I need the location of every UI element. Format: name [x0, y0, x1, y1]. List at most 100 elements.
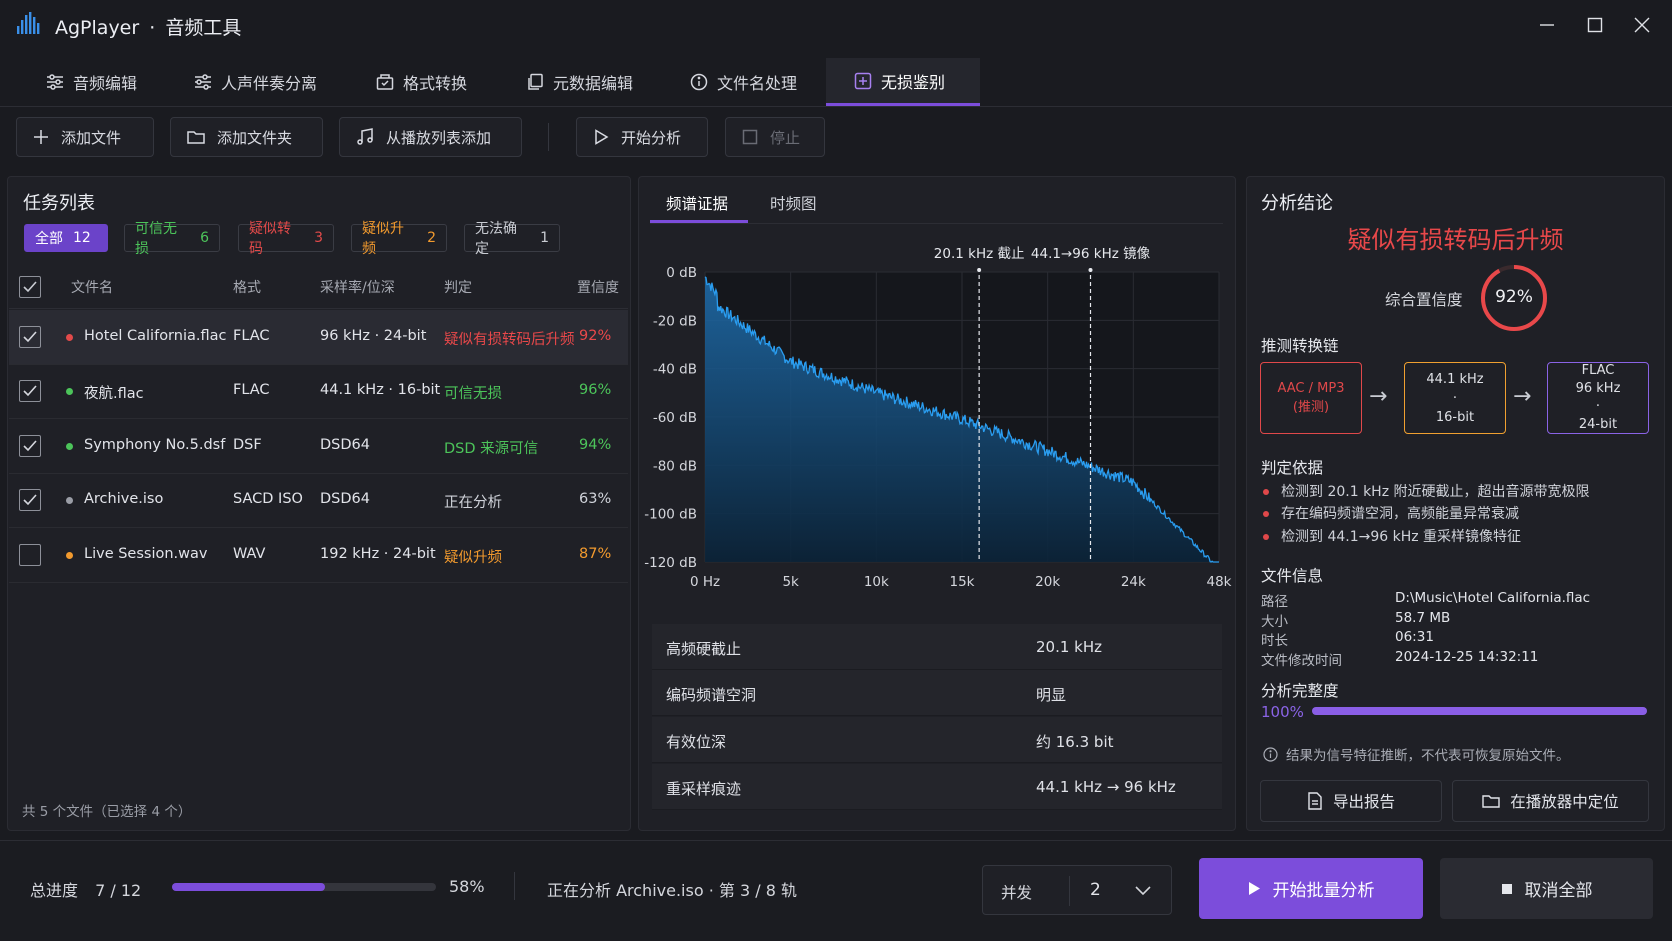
y-tick-label: -40 dB: [653, 362, 697, 378]
marker-label: 20.1 kHz 截止: [934, 246, 1025, 262]
y-tick-label: -60 dB: [653, 410, 697, 426]
add-folder-label: 添加文件夹: [217, 128, 293, 147]
divider: [9, 308, 628, 309]
filter-all[interactable]: 全部 12: [24, 224, 108, 252]
locate-in-player-label: 在播放器中定位: [1510, 793, 1619, 811]
tab-audio-edit[interactable]: 音频编辑: [36, 58, 147, 106]
x-tick-label: 15k: [950, 574, 975, 590]
tab-metadata-edit[interactable]: 元数据编辑: [516, 58, 643, 106]
column-header-name[interactable]: 文件名: [71, 277, 113, 297]
verdict-headline: 疑似有损转码后升频: [1347, 226, 1564, 254]
cancel-all-button[interactable]: 取消全部: [1440, 858, 1653, 919]
stop-icon: [1501, 883, 1512, 894]
column-header-rate[interactable]: 采样率/位深: [320, 277, 395, 297]
tab-label: 无损鉴别: [881, 72, 946, 92]
add-from-playlist-button[interactable]: 从播放列表添加: [339, 117, 522, 157]
filter-trusted-lossless[interactable]: 可信无损 6: [124, 221, 220, 257]
check-icon: [23, 281, 37, 293]
progress-count: 7 / 12: [95, 881, 142, 900]
basis-item: 检测到 44.1→96 kHz 重采样镜像特征: [1263, 526, 1521, 546]
tab-spectrum-evidence[interactable]: 频谱证据: [666, 192, 728, 214]
divider: [548, 123, 549, 151]
table-row[interactable]: 夜航.flac FLAC 44.1 kHz · 16-bit 可信无损 96%: [9, 364, 628, 419]
maximize-button[interactable]: [1580, 10, 1610, 40]
bullet-dot: [1263, 534, 1269, 540]
tab-filename-process[interactable]: 文件名处理: [680, 58, 807, 106]
minimize-button[interactable]: [1532, 10, 1562, 40]
y-tick-label: -120 dB: [644, 555, 697, 571]
y-tick-label: 0 dB: [666, 265, 697, 281]
divider: [0, 106, 1672, 107]
concurrency-select[interactable]: 并发 2: [982, 865, 1172, 915]
start-analysis-button[interactable]: 开始分析: [576, 117, 708, 157]
file-format: FLAC: [233, 382, 270, 398]
start-analysis-label: 开始分析: [621, 128, 682, 147]
table-row[interactable]: Symphony No.5.dsf DSF DSD64 DSD 来源可信 94%: [9, 419, 628, 474]
chain-text: ·: [1595, 399, 1601, 414]
confidence: 94%: [579, 437, 612, 453]
locate-in-player-button[interactable]: 在播放器中定位: [1452, 780, 1649, 822]
export-report-button[interactable]: 导出报告: [1260, 780, 1442, 822]
sample-rate: 96 kHz · 24-bit: [320, 328, 427, 344]
chain-text: AAC / MP3: [1277, 381, 1345, 396]
tab-format-convert[interactable]: 格式转换: [366, 58, 477, 106]
play-icon: [1248, 882, 1260, 895]
x-tick-label: 5k: [782, 574, 799, 590]
tab-label: 元数据编辑: [553, 74, 634, 93]
tab-label: 文件名处理: [717, 74, 798, 93]
file-path-value: D:\Music\Hotel California.flac: [1395, 590, 1591, 606]
arrow-right-icon: →: [1369, 384, 1388, 409]
filter-count: 2: [427, 230, 436, 246]
divider: [1069, 876, 1070, 906]
sample-rate: DSD64: [320, 491, 370, 507]
maximize-icon: [1587, 17, 1603, 33]
app-subtitle: 音频工具: [165, 17, 242, 39]
chain-step-output: FLAC 96 kHz · 24-bit: [1547, 362, 1649, 434]
table-row[interactable]: Live Session.wav WAV 192 kHz · 24-bit 疑似升频 8…: [9, 528, 628, 583]
filter-suspected-transcode[interactable]: 疑似转码 3: [238, 221, 334, 257]
music-note-icon: [357, 128, 373, 145]
stat-value: 44.1 kHz → 96 kHz: [1036, 778, 1176, 796]
file-info-key: 大小: [1261, 614, 1288, 630]
row-checkbox[interactable]: [19, 489, 41, 511]
analysis-status: 正在分析 Archive.iso · 第 3 / 8 轨: [547, 881, 797, 900]
row-checkbox[interactable]: [19, 380, 41, 402]
stop-button[interactable]: 停止: [725, 117, 825, 157]
tab-spectrogram[interactable]: 时频图: [770, 192, 817, 214]
add-folder-button[interactable]: 添加文件夹: [170, 117, 323, 157]
tab-lossless-detect[interactable]: 无损鉴别: [826, 58, 980, 106]
table-row[interactable]: Hotel California.flac FLAC 96 kHz · 24-bit…: [9, 310, 628, 365]
tab-vocal-separation[interactable]: 人声伴奏分离: [184, 58, 327, 106]
row-checkbox[interactable]: [19, 326, 41, 348]
filter-label: 无法确定: [475, 221, 517, 257]
column-header-verdict[interactable]: 判定: [444, 277, 472, 297]
divider: [650, 223, 1223, 224]
basis-text: 检测到 20.1 kHz 附近硬截止，超出音源带宽极限: [1281, 484, 1590, 500]
integrity-value: 100%: [1261, 703, 1304, 721]
confidence: 87%: [579, 546, 612, 562]
close-window-button[interactable]: [1627, 10, 1657, 40]
column-header-confidence[interactable]: 置信度: [577, 277, 619, 297]
y-tick-label: -20 dB: [653, 313, 697, 329]
filter-suspected-upsample[interactable]: 疑似升频 2: [351, 221, 447, 257]
disclaimer-text: 结果为信号特征推断，不代表可恢复原始文件。: [1286, 748, 1570, 764]
file-name: Symphony No.5.dsf: [84, 437, 226, 453]
select-all-checkbox[interactable]: [19, 276, 41, 298]
start-batch-analysis-button[interactable]: 开始批量分析: [1199, 858, 1423, 919]
column-header-format[interactable]: 格式: [233, 277, 261, 297]
integrity-bar: [1312, 707, 1647, 715]
spectrum-chart: 20.1 kHz 截止 44.1→96 kHz 镜像 0 dB -20 dB -40 …: [644, 246, 1231, 590]
start-batch-label: 开始批量分析: [1272, 881, 1375, 901]
filter-undetermined[interactable]: 无法确定 1: [464, 221, 560, 257]
stop-icon: [742, 129, 758, 145]
confidence: 63%: [579, 491, 612, 507]
task-list-footer: 共 5 个文件（已选择 4 个）: [22, 804, 192, 820]
row-checkbox[interactable]: [19, 544, 41, 566]
add-file-button[interactable]: 添加文件: [16, 117, 154, 157]
file-info-title: 文件信息: [1261, 567, 1324, 585]
row-checkbox[interactable]: [19, 435, 41, 457]
table-row[interactable]: Archive.iso SACD ISO DSD64 正在分析 63%: [9, 473, 628, 528]
check-icon: [23, 494, 37, 506]
tab-label: 音频编辑: [73, 74, 138, 93]
confidence-value: 92%: [1495, 287, 1533, 307]
